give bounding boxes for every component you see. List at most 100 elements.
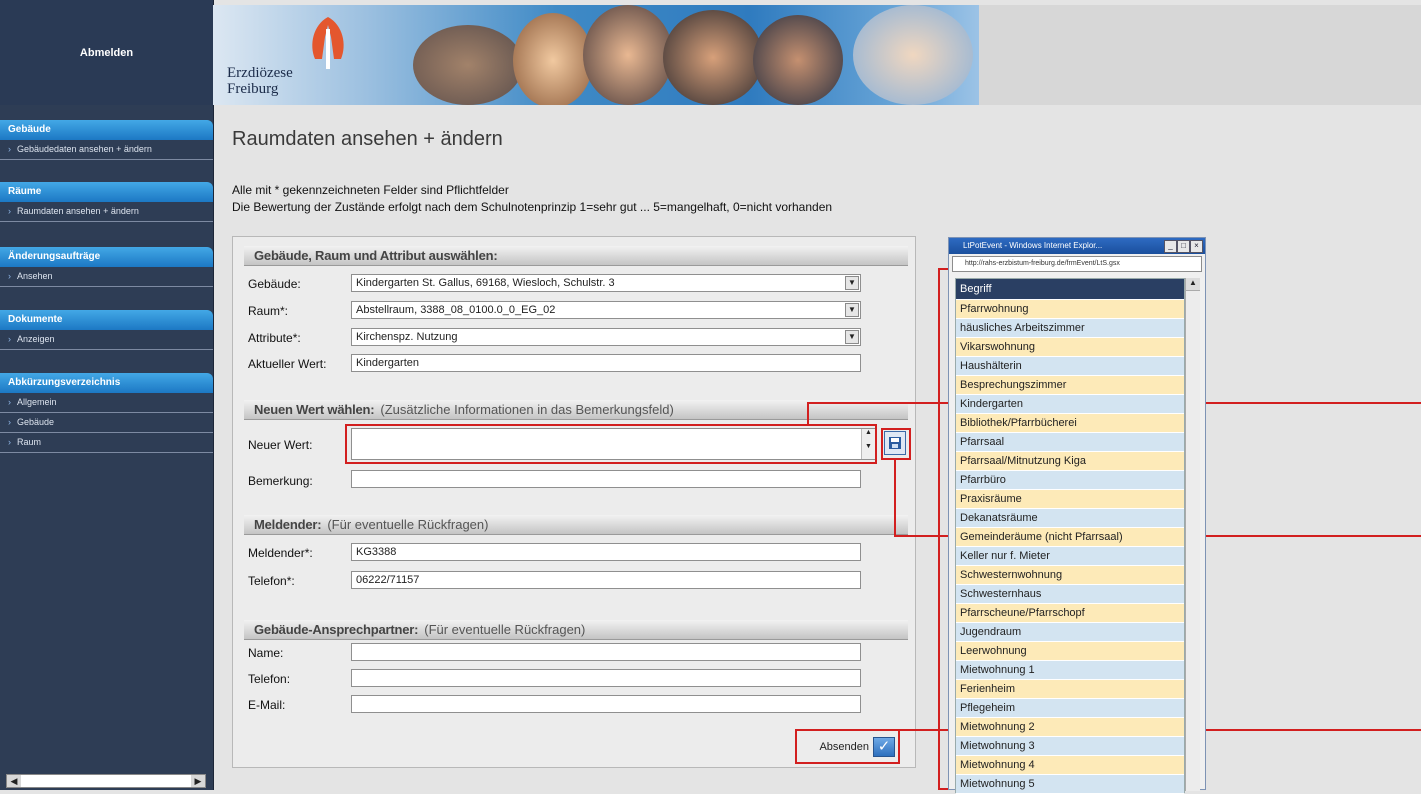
list-item[interactable]: Ferienheim [956,680,1184,699]
section-contact-title: Gebäude-Ansprechpartner: [254,622,419,637]
banner-photo-cathedral [413,25,523,105]
attribute-select-value: Kirchenspz. Nutzung [356,331,458,343]
banner-photo-people-3 [663,10,763,105]
section-contact-header: Gebäude-Ansprechpartner: (Für eventuelle … [244,620,908,640]
list-item[interactable]: Besprechungszimmer [956,376,1184,395]
org-name-line2: Freiburg [227,81,279,97]
list-item[interactable]: Keller nur f. Mieter [956,547,1184,566]
list-item[interactable]: Pfarrsaal/Mitnutzung Kiga [956,452,1184,471]
ap-telefon-label: Telefon: [248,672,291,686]
list-item[interactable]: Mietwohnung 1 [956,661,1184,680]
banner-photo-people-1 [513,13,593,105]
list-item[interactable]: Pfarrscheune/Pfarrschopf [956,604,1184,623]
nav-head-gebaeude[interactable]: Gebäude [0,120,213,140]
nav-item-raum-abk[interactable]: Raum [0,433,213,453]
list-item[interactable]: Mietwohnung 4 [956,756,1184,775]
banner: Erzdiözese Freiburg [213,5,979,105]
section-reporter-header: Meldender: (Für eventuelle Rückfragen) [244,515,908,535]
nav-item-gebaeude-abk[interactable]: Gebäude [0,413,213,433]
minimize-icon[interactable]: _ [1164,240,1177,253]
gebaeude-select[interactable]: Kindergarten St. Gallus, 69168, Wiesloch… [351,274,861,292]
list-item[interactable]: Pfarrsaal [956,433,1184,452]
aktueller-wert-field[interactable]: Kindergarten [351,354,861,372]
list-item[interactable]: Pflegeheim [956,699,1184,718]
gebaeude-select-value: Kindergarten St. Gallus, 69168, Wiesloch… [356,277,615,289]
logout-link[interactable]: Abmelden [0,0,213,105]
banner-photo-people-4 [753,15,843,105]
close-icon[interactable]: × [1190,240,1203,253]
raum-select[interactable]: Abstellraum, 3388_08_0100.0_0_EG_02 ▼ [351,301,861,319]
nav-head-raeume[interactable]: Räume [0,182,213,202]
callout-submit-button [795,729,900,764]
list-item[interactable]: Mietwohnung 2 [956,718,1184,737]
telefon-field[interactable]: 06222/71157 [351,571,861,589]
popup-vertical-scrollbar[interactable]: ▲ [1185,278,1200,791]
meldender-field[interactable]: KG3388 [351,543,861,561]
intro-mandatory-note: Alle mit * gekennzeichneten Felder sind … [232,183,509,197]
ap-email-field[interactable] [351,695,861,713]
diocese-logo-icon [312,17,344,69]
section-reporter-title: Meldender: [254,517,322,532]
list-item[interactable]: Mietwohnung 3 [956,737,1184,756]
aktueller-wert-label: Aktueller Wert: [248,357,327,371]
section-select-header: Gebäude, Raum und Attribut auswählen: [244,246,908,266]
nav-item-gebaeudedaten[interactable]: Gebäudedaten ansehen + ändern [0,140,213,160]
list-item[interactable]: Schwesternhaus [956,585,1184,604]
callout-picker-button [881,428,911,460]
sidebar-horizontal-scrollbar[interactable]: ◀ ▶ [6,774,206,788]
banner-filler [979,5,1421,105]
nav-item-ansehen[interactable]: Ansehen [0,267,213,287]
list-item[interactable]: Mietwohnung 5 [956,775,1184,794]
list-item[interactable]: Kindergarten [956,395,1184,414]
popup-address-bar[interactable]: http://rahs-erzbistum-freiburg.de/frmEve… [952,256,1202,272]
list-item[interactable]: Vikarswohnung [956,338,1184,357]
list-item[interactable]: Leerwohnung [956,642,1184,661]
section-new-value-title: Neuen Wert wählen: [254,402,375,417]
list-item[interactable]: Schwesternwohnung [956,566,1184,585]
scroll-right-arrow-icon[interactable]: ▶ [191,775,205,787]
nav-section-dokumente: Dokumente Anzeigen [0,310,213,350]
list-item[interactable]: Pfarrwohnung [956,300,1184,319]
list-item[interactable]: Pfarrbüro [956,471,1184,490]
list-item[interactable]: Praxisräume [956,490,1184,509]
nav-item-allgemein[interactable]: Allgemein [0,393,213,413]
nav-section-gebaeude: Gebäude Gebäudedaten ansehen + ändern [0,120,213,160]
org-name: Erzdiözese Freiburg [227,65,297,97]
ap-name-field[interactable] [351,643,861,661]
callout-line [894,460,896,536]
scroll-up-arrow-icon[interactable]: ▲ [1186,278,1200,291]
bemerkung-field[interactable] [351,470,861,488]
banner-photo-seniors [853,5,973,105]
list-item[interactable]: Jugendraum [956,623,1184,642]
bemerkung-label: Bemerkung: [248,474,313,488]
scroll-left-arrow-icon[interactable]: ◀ [7,775,21,787]
gebaeude-label: Gebäude: [248,277,301,291]
raum-select-value: Abstellraum, 3388_08_0100.0_0_EG_02 [356,304,556,316]
raum-label: Raum*: [248,304,289,318]
ap-name-label: Name: [248,646,284,660]
org-name-line1: Erzdiözese [227,65,293,81]
maximize-icon[interactable]: □ [1177,240,1190,253]
nav-head-aenderungsauftraege[interactable]: Änderungsaufträge [0,247,213,267]
chevron-down-icon[interactable]: ▼ [845,303,859,317]
section-select-title: Gebäude, Raum und Attribut auswählen: [254,248,498,263]
list-item[interactable]: Haushälterin [956,357,1184,376]
attribute-select[interactable]: Kirchenspz. Nutzung ▼ [351,328,861,346]
list-header: Begriff [956,279,1184,300]
list-item[interactable]: häusliches Arbeitszimmer [956,319,1184,338]
list-item[interactable]: Bibliothek/Pfarrbücherei [956,414,1184,433]
nav-head-abkuerzungen[interactable]: Abkürzungsverzeichnis [0,373,213,393]
nav-item-anzeigen[interactable]: Anzeigen [0,330,213,350]
popup-value-list: Begriff Pfarrwohnung häusliches Arbeitsz… [955,278,1185,794]
ap-telefon-field[interactable] [351,669,861,687]
nav-head-dokumente[interactable]: Dokumente [0,310,213,330]
chevron-down-icon[interactable]: ▼ [845,276,859,290]
list-item[interactable]: Gemeinderäume (nicht Pfarrsaal) [956,528,1184,547]
chevron-down-icon[interactable]: ▼ [845,330,859,344]
popup-address: http://rahs-erzbistum-freiburg.de/frmEve… [965,260,1120,267]
list-item[interactable]: Dekanatsräume [956,509,1184,528]
section-new-value-subtitle: (Zusätzliche Informationen in das Bemerk… [380,402,674,417]
ap-email-label: E-Mail: [248,698,286,712]
callout-new-value-field [345,424,877,464]
nav-item-raumdaten[interactable]: Raumdaten ansehen + ändern [0,202,213,222]
